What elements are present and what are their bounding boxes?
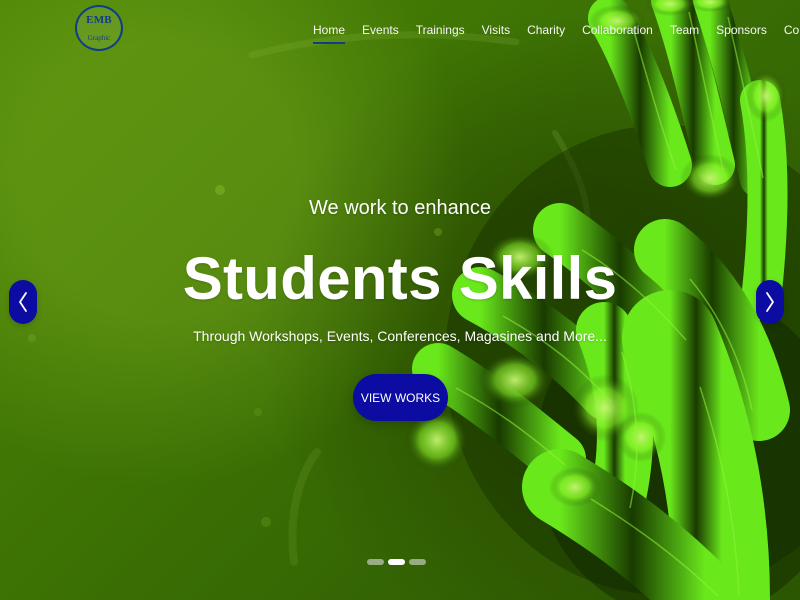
hero-subtitle: We work to enhance xyxy=(309,197,491,219)
nav-item-home[interactable]: Home xyxy=(313,23,346,44)
previous-slide-button[interactable] xyxy=(9,280,37,324)
nav-item-contact[interactable]: Contact xyxy=(784,23,800,37)
next-slide-button[interactable] xyxy=(756,280,784,324)
chevron-left-icon xyxy=(19,292,27,312)
site-logo[interactable]: EMB Graphic xyxy=(75,5,123,51)
nav-item-events[interactable]: Events xyxy=(362,23,399,37)
nav-item-team[interactable]: Team xyxy=(670,23,699,37)
nav-item-collaboration[interactable]: Collaboration xyxy=(582,23,653,37)
hero-title: Students Skills xyxy=(182,245,618,312)
logo-text-main: EMB xyxy=(86,14,112,26)
nav-item-visits[interactable]: Visits xyxy=(482,23,510,37)
main-navigation: Home Events Trainings Visits Charity Col… xyxy=(313,23,800,44)
nav-item-trainings[interactable]: Trainings xyxy=(416,23,465,37)
carousel-dot-1[interactable] xyxy=(367,559,384,565)
nav-item-charity[interactable]: Charity xyxy=(527,23,565,37)
hero-description: Through Workshops, Events, Conferences, … xyxy=(193,328,607,344)
logo-text-sub: Graphic xyxy=(87,34,111,42)
view-works-button[interactable]: VIEW WORKS xyxy=(353,374,448,421)
carousel-dot-3[interactable] xyxy=(409,559,426,565)
carousel-dot-2[interactable] xyxy=(388,559,405,565)
chevron-right-icon xyxy=(766,292,774,312)
nav-item-sponsors[interactable]: Sponsors xyxy=(716,23,767,37)
hero-section: EMB Graphic Home Events Trainings Visits… xyxy=(0,0,800,600)
carousel-pagination xyxy=(367,559,426,565)
